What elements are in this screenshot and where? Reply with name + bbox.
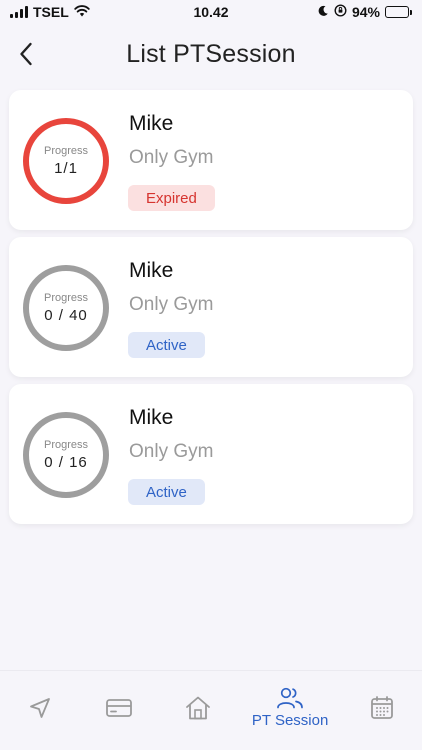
page-title: List PTSession bbox=[126, 40, 296, 68]
session-card[interactable]: Progress 0 / 40 Mike Only Gym Active bbox=[9, 237, 413, 377]
screen: TSEL 10.42 94% List PTSession Progress 1… bbox=[0, 0, 422, 750]
progress-value: 0 / 16 bbox=[44, 454, 88, 471]
status-right: 94% bbox=[317, 4, 412, 20]
moon-icon bbox=[317, 4, 329, 20]
progress-label: Progress bbox=[43, 292, 89, 304]
progress-ring: Progress 1/1 bbox=[23, 118, 109, 204]
progress-ring: Progress 0 / 16 bbox=[23, 412, 109, 498]
gym-name: Only Gym bbox=[129, 147, 214, 168]
trainer-name: Mike bbox=[129, 259, 174, 282]
gym-name: Only Gym bbox=[129, 294, 214, 315]
signal-icon bbox=[10, 6, 28, 18]
session-card[interactable]: Progress 1/1 Mike Only Gym Expired bbox=[9, 90, 413, 230]
status-left: TSEL bbox=[10, 4, 90, 20]
nav-label-pt-session: PT Session bbox=[251, 712, 329, 729]
nav-item-card[interactable] bbox=[94, 697, 144, 719]
wifi-icon bbox=[74, 4, 90, 20]
nav-item-pt-session[interactable]: PT Session bbox=[252, 686, 328, 729]
trainer-name: Mike bbox=[129, 406, 174, 429]
bottom-nav: PT Session bbox=[0, 670, 422, 750]
users-icon bbox=[277, 687, 303, 709]
progress-value: 0 / 40 bbox=[44, 307, 88, 324]
progress-ring: Progress 0 / 40 bbox=[23, 265, 109, 351]
navigation-arrow-icon bbox=[29, 697, 50, 718]
status-badge: Active bbox=[128, 479, 205, 505]
gym-name: Only Gym bbox=[129, 441, 214, 462]
nav-item-calendar[interactable] bbox=[357, 695, 407, 721]
battery-icon bbox=[385, 6, 412, 18]
status-badge: Expired bbox=[128, 185, 215, 211]
calendar-icon bbox=[371, 695, 394, 719]
battery-percent: 94% bbox=[351, 4, 380, 20]
carrier-label: TSEL bbox=[33, 4, 69, 20]
status-badge: Active bbox=[128, 332, 205, 358]
orientation-lock-icon bbox=[334, 4, 347, 20]
card-icon bbox=[105, 698, 132, 717]
nav-item-navigate[interactable] bbox=[15, 695, 65, 721]
header: List PTSession bbox=[0, 30, 422, 80]
session-card[interactable]: Progress 0 / 16 Mike Only Gym Active bbox=[9, 384, 413, 524]
nav-item-home[interactable] bbox=[173, 694, 223, 722]
session-list: Progress 1/1 Mike Only Gym Expired Progr… bbox=[9, 90, 413, 531]
trainer-name: Mike bbox=[129, 112, 174, 135]
progress-label: Progress bbox=[43, 439, 89, 451]
status-bar: TSEL 10.42 94% bbox=[0, 0, 422, 24]
home-icon bbox=[185, 696, 210, 719]
progress-value: 1/1 bbox=[54, 160, 78, 177]
progress-label: Progress bbox=[43, 145, 89, 157]
